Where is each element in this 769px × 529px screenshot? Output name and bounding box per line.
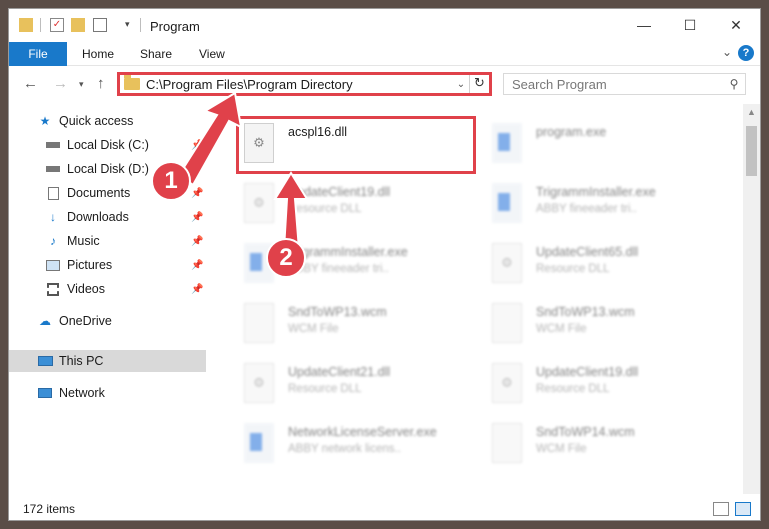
step-1-badge: 1 xyxy=(151,161,191,201)
annotation-arrows xyxy=(177,91,309,250)
step-2-badge: 2 xyxy=(266,238,306,278)
arrow-to-file xyxy=(273,171,309,250)
file-explorer-window: ✓ ▾ Program — ☐ ✕ File Home Share View ⌄… xyxy=(8,8,761,521)
